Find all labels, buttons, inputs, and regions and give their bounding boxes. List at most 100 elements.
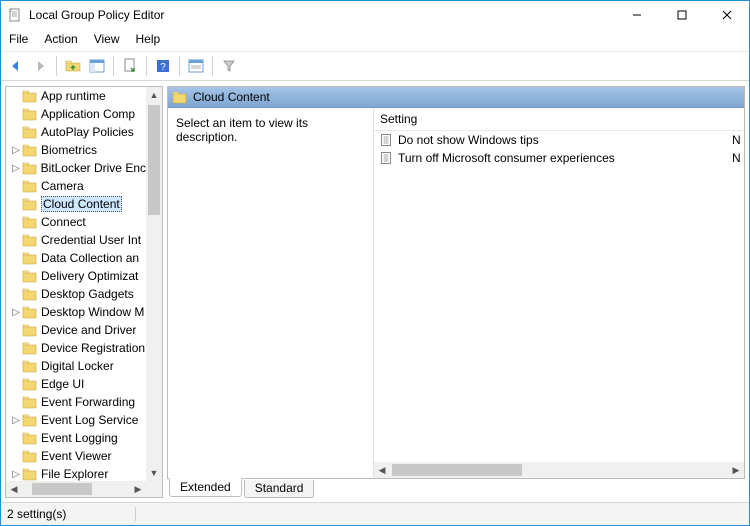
maximize-button[interactable]	[659, 1, 704, 29]
tree-item[interactable]: ▷Event Logging	[6, 429, 146, 447]
window-controls	[614, 1, 749, 29]
tree-item-label: Application Comp	[41, 107, 135, 121]
menu-view[interactable]: View	[94, 32, 120, 46]
tree-item-label: AutoPlay Policies	[41, 125, 134, 139]
properties-button[interactable]	[185, 55, 207, 77]
view-tabs: Extended Standard	[167, 478, 745, 498]
scroll-thumb[interactable]	[392, 464, 522, 476]
minimize-button[interactable]	[614, 1, 659, 29]
expander-icon[interactable]: ▷	[10, 469, 22, 480]
tree-item[interactable]: ▷AutoPlay Policies	[6, 123, 146, 141]
menu-file[interactable]: File	[9, 32, 28, 46]
export-list-button[interactable]	[119, 55, 141, 77]
tree-item[interactable]: ▷Desktop Gadgets	[6, 285, 146, 303]
tree-item-label: Desktop Window M	[41, 305, 144, 319]
expander-icon[interactable]: ▷	[10, 415, 22, 426]
back-button[interactable]	[5, 55, 27, 77]
help-button[interactable]: ?	[152, 55, 174, 77]
folder-icon	[172, 91, 187, 104]
up-button[interactable]	[62, 55, 84, 77]
settings-list: Setting Do not show Windows tipsNTurn of…	[373, 108, 744, 478]
window-title: Local Group Policy Editor	[29, 8, 614, 22]
scroll-left-icon[interactable]: ◀	[6, 481, 22, 497]
folder-icon	[22, 396, 37, 409]
tree-vertical-scrollbar[interactable]: ▲ ▼	[146, 87, 162, 481]
tree-item[interactable]: ▷Event Forwarding	[6, 393, 146, 411]
policy-setting-icon	[380, 133, 394, 147]
tree-item-label: Device Registration	[41, 341, 145, 355]
menu-action[interactable]: Action	[44, 32, 77, 46]
tree-item-label: Event Forwarding	[41, 395, 135, 409]
filter-button[interactable]	[218, 55, 240, 77]
content-header: Cloud Content	[168, 87, 744, 108]
tree-item[interactable]: ▷Camera	[6, 177, 146, 195]
tab-standard[interactable]: Standard	[244, 480, 315, 498]
scroll-right-icon[interactable]: ▶	[728, 462, 744, 478]
menu-help[interactable]: Help	[136, 32, 161, 46]
folder-icon	[22, 450, 37, 463]
scroll-thumb[interactable]	[32, 483, 92, 495]
tree-item[interactable]: ▷Data Collection an	[6, 249, 146, 267]
setting-row[interactable]: Do not show Windows tipsN	[374, 131, 744, 149]
tree-item[interactable]: ▷Cloud Content	[6, 195, 146, 213]
statusbar: 2 setting(s)	[1, 502, 749, 525]
scroll-thumb[interactable]	[148, 105, 160, 215]
tree-item[interactable]: ▷Event Log Service	[6, 411, 146, 429]
svg-text:?: ?	[160, 62, 166, 73]
forward-button[interactable]	[29, 55, 51, 77]
scroll-right-icon[interactable]: ▶	[130, 481, 146, 497]
tree-item-label: Desktop Gadgets	[41, 287, 134, 301]
toolbar: ?	[1, 52, 749, 81]
expander-icon[interactable]: ▷	[10, 163, 22, 174]
folder-icon	[22, 234, 37, 247]
expander-icon[interactable]: ▷	[10, 307, 22, 318]
tree-item[interactable]: ▷App runtime	[6, 87, 146, 105]
tab-extended[interactable]: Extended	[169, 478, 242, 497]
toolbar-separator	[113, 56, 114, 76]
tree-item-label: BitLocker Drive Enc	[41, 161, 146, 175]
folder-icon	[22, 414, 37, 427]
tree-item[interactable]: ▷Edge UI	[6, 375, 146, 393]
tree-horizontal-scrollbar[interactable]: ◀ ▶	[6, 481, 146, 497]
tree-item-label: Event Logging	[41, 431, 118, 445]
folder-icon	[22, 270, 37, 283]
tree-item[interactable]: ▷Device Registration	[6, 339, 146, 357]
folder-icon	[22, 432, 37, 445]
setting-row[interactable]: Turn off Microsoft consumer experiencesN	[374, 149, 744, 167]
column-setting[interactable]: Setting	[380, 112, 744, 126]
list-header[interactable]: Setting	[374, 108, 744, 131]
scroll-up-icon[interactable]: ▲	[146, 87, 162, 103]
show-hide-tree-button[interactable]	[86, 55, 108, 77]
folder-icon	[22, 288, 37, 301]
tree-item[interactable]: ▷ BitLocker Drive Enc	[6, 159, 146, 177]
tree-item[interactable]: ▷File Explorer	[6, 465, 146, 481]
tree-item[interactable]: ▷Biometrics	[6, 141, 146, 159]
tree-item-label: Cloud Content	[41, 196, 122, 212]
tree-item[interactable]: ▷Application Comp	[6, 105, 146, 123]
content-heading: Cloud Content	[193, 90, 270, 104]
scroll-left-icon[interactable]: ◀	[374, 462, 390, 478]
status-text: 2 setting(s)	[7, 507, 136, 521]
folder-icon	[22, 306, 37, 319]
tree-item[interactable]: ▷Delivery Optimizat	[6, 267, 146, 285]
menubar: File Action View Help	[1, 29, 749, 52]
expander-icon[interactable]: ▷	[10, 145, 22, 156]
tree-item[interactable]: ▷Device and Driver	[6, 321, 146, 339]
main-area: ▷App runtime▷Application Comp▷AutoPlay P…	[1, 81, 749, 502]
scroll-down-icon[interactable]: ▼	[146, 465, 162, 481]
folder-icon	[22, 90, 37, 103]
tree-item[interactable]: ▷Connect	[6, 213, 146, 231]
tree-item[interactable]: ▷Digital Locker	[6, 357, 146, 375]
list-horizontal-scrollbar[interactable]: ◀ ▶	[374, 462, 744, 478]
folder-icon	[22, 108, 37, 121]
tree-item[interactable]: ▷Credential User Int	[6, 231, 146, 249]
tree-item-label: Data Collection an	[41, 251, 139, 265]
tree-view[interactable]: ▷App runtime▷Application Comp▷AutoPlay P…	[6, 87, 162, 497]
folder-icon	[22, 252, 37, 265]
titlebar: Local Group Policy Editor	[1, 1, 749, 29]
tree-item-label: Device and Driver	[41, 323, 136, 337]
tree-item[interactable]: ▷ Desktop Window M	[6, 303, 146, 321]
close-button[interactable]	[704, 1, 749, 29]
tree-item[interactable]: ▷Event Viewer	[6, 447, 146, 465]
toolbar-separator	[56, 56, 57, 76]
